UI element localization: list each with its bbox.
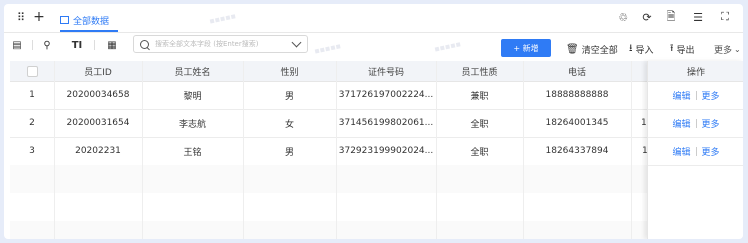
- toolbar: ▤ ⚲ TI ▦ 搜索全部文本字段 (按Enter搜索) + 新增 🗑 清空全部…: [4, 32, 743, 58]
- cell-gender: 男: [284, 147, 294, 158]
- add-icon[interactable]: +: [32, 9, 46, 25]
- import-label: 导入: [635, 45, 654, 56]
- row-actions: 编辑 更多: [648, 109, 743, 138]
- cell-employee-nature: 全职: [470, 119, 489, 130]
- fullscreen-icon[interactable]: ⛶: [718, 10, 732, 24]
- header-phone[interactable]: 电话: [523, 61, 631, 81]
- header-employee-nature[interactable]: 员工性质: [436, 61, 523, 81]
- column-divider: [142, 61, 143, 239]
- column-divider: [631, 61, 632, 239]
- column-divider: [243, 61, 244, 239]
- export-icon: ⭱: [670, 42, 674, 54]
- more-link[interactable]: 更多: [702, 145, 720, 158]
- header-employee-name[interactable]: 员工姓名: [142, 61, 243, 81]
- toolbar-divider: [94, 40, 95, 50]
- chevron-down-icon[interactable]: [291, 37, 302, 48]
- cell-gender: 男: [284, 91, 294, 102]
- edit-link[interactable]: 编辑: [672, 117, 690, 130]
- message-search-icon[interactable]: ☰: [691, 10, 705, 24]
- row-index: 1: [29, 90, 35, 100]
- tab-bar: ⠿ + 全部数据 ♲ ⟳ 🗎 ☰ ⛶: [4, 4, 743, 33]
- search-icon: [140, 39, 149, 49]
- empty-row: [10, 193, 743, 222]
- cell-cert-number: 372923199902024...: [338, 146, 434, 156]
- cell-truncated: [631, 81, 647, 109]
- more-link[interactable]: 更多: [702, 89, 720, 102]
- trash-icon: 🗑: [566, 43, 579, 55]
- cell-employee-id: 20202231: [75, 146, 121, 156]
- import-icon: ⭳: [629, 42, 633, 54]
- cell-phone: 18888888888: [545, 90, 609, 100]
- cell-phone: 18264337894: [545, 146, 609, 156]
- cell-employee-id: 20200031654: [66, 118, 130, 128]
- more-label: 更多: [714, 45, 733, 56]
- action-divider: [695, 118, 697, 128]
- row-index: 2: [29, 118, 35, 128]
- table-header: 员工ID 员工姓名 性别 证件号码 员工性质 电话: [10, 61, 743, 82]
- table-row[interactable]: 1 20200034658 黎明 男 371726197002224... 兼职…: [10, 81, 743, 110]
- import-button[interactable]: ⭳ 导入: [629, 42, 654, 56]
- header-employee-id[interactable]: 员工ID: [54, 61, 142, 81]
- toolbar-divider: [32, 40, 33, 50]
- cell-cert-number: 371456199802061...: [338, 118, 434, 128]
- drag-handle-icon[interactable]: ⠿: [14, 10, 28, 24]
- header-actions: 操作: [648, 61, 743, 82]
- header-gender[interactable]: 性别: [243, 61, 336, 81]
- empty-row: [10, 165, 743, 194]
- search-placeholder: 搜索全部文本字段 (按Enter搜索): [155, 40, 259, 48]
- export-button[interactable]: ⭱ 导出: [670, 42, 695, 56]
- column-divider: [54, 61, 55, 239]
- view-icon[interactable]: ▤: [10, 38, 24, 52]
- search-input[interactable]: 搜索全部文本字段 (按Enter搜索): [133, 35, 308, 53]
- action-column: 操作 编辑 更多 编辑 更多 编辑 更多: [647, 61, 743, 239]
- clear-all-button[interactable]: 🗑 清空全部: [566, 42, 618, 56]
- data-table: 员工ID 员工姓名 性别 证件号码 员工性质 电话 1 20200034658 …: [10, 61, 743, 239]
- recycle-icon[interactable]: ♲: [616, 10, 630, 24]
- more-link[interactable]: 更多: [702, 117, 720, 130]
- export-label: 导出: [676, 45, 695, 56]
- row-actions: 编辑 更多: [648, 81, 743, 110]
- more-button[interactable]: 更多 ⌄: [714, 42, 741, 56]
- new-button[interactable]: + 新增: [501, 39, 551, 57]
- table-row[interactable]: 3 20202231 王铭 男 372923199902024... 全职 18…: [10, 137, 743, 166]
- cell-cert-number: 371726197002224...: [338, 90, 434, 100]
- cell-phone: 18264001345: [545, 118, 609, 128]
- action-divider: [695, 90, 697, 100]
- table-row[interactable]: 2 20200031654 李志航 女 371456199802061... 全…: [10, 109, 743, 138]
- select-all-checkbox[interactable]: [26, 65, 38, 77]
- clear-all-label: 清空全部: [581, 45, 618, 56]
- cell-gender: 女: [284, 119, 294, 130]
- row-index: 3: [29, 146, 35, 156]
- cell-employee-nature: 兼职: [470, 91, 489, 102]
- cell-employee-name: 王铭: [183, 147, 202, 158]
- column-divider: [336, 61, 337, 239]
- header-cert-number[interactable]: 证件号码: [336, 61, 436, 81]
- select-all-checkbox-cell[interactable]: [10, 61, 54, 81]
- app-frame: ⠿ + 全部数据 ♲ ⟳ 🗎 ☰ ⛶ ▤ ⚲ TI ▦ 搜索全部文本字段 (按E…: [4, 4, 743, 239]
- refresh-icon[interactable]: ⟳: [640, 10, 654, 24]
- row-actions: 编辑 更多: [648, 137, 743, 166]
- column-divider: [523, 61, 524, 239]
- text-size-icon[interactable]: TI: [70, 38, 84, 52]
- table-icon: [60, 16, 69, 24]
- edit-link[interactable]: 编辑: [672, 145, 690, 158]
- filter-icon[interactable]: ⚲: [40, 38, 54, 52]
- cell-employee-id: 20200034658: [66, 90, 130, 100]
- tab-label: 全部数据: [73, 16, 110, 27]
- cell-employee-name: 黎明: [183, 91, 202, 102]
- edit-link[interactable]: 编辑: [672, 89, 690, 102]
- cell-employee-name: 李志航: [178, 119, 206, 130]
- calendar-icon[interactable]: ▦: [105, 38, 119, 52]
- action-divider: [695, 146, 697, 156]
- column-divider: [436, 61, 437, 239]
- cell-employee-nature: 全职: [470, 147, 489, 158]
- tab-all-data[interactable]: 全部数据: [60, 9, 109, 31]
- document-search-icon[interactable]: 🗎: [664, 10, 678, 24]
- chevron-down-icon: ⌄: [734, 44, 741, 54]
- empty-row: [10, 221, 743, 239]
